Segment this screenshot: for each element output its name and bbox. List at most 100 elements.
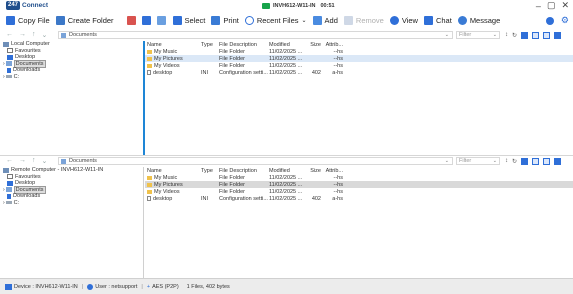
list-item[interactable]: My Pictures File Folder 11/02/2025 ... -… <box>145 55 573 62</box>
col-modified[interactable]: Modified <box>269 168 309 174</box>
file-size: 402 <box>311 195 321 202</box>
local-pane: ← → ↑ ⌄ Documents ⌄ Filter ⌄ ↕ ↻ Local C… <box>0 30 573 156</box>
remote-filter-placeholder: Filter <box>459 158 472 164</box>
file-attributes: --hs <box>333 188 343 195</box>
theme-toggle-icon[interactable] <box>545 16 554 25</box>
file-name: My Pictures <box>154 55 183 62</box>
col-size[interactable]: Size <box>309 168 323 174</box>
file-name: My Music <box>154 48 178 55</box>
remote-filter-input[interactable]: Filter ⌄ <box>456 157 500 165</box>
large-icons-view-icon[interactable] <box>521 157 529 165</box>
col-type[interactable]: Type <box>201 168 219 174</box>
tiles-view-icon[interactable] <box>554 157 562 165</box>
tiles-view-icon[interactable] <box>554 31 562 39</box>
local-filter-input[interactable]: Filter ⌄ <box>456 31 500 39</box>
file-name: desktop <box>153 195 173 202</box>
details-view-icon[interactable] <box>543 157 551 165</box>
tree-item-c-drive[interactable]: › C: <box>0 200 143 207</box>
local-filter-placeholder: Filter <box>459 32 472 38</box>
large-icons-view-icon[interactable] <box>521 31 529 39</box>
tree-item-c-drive[interactable]: › C: <box>0 74 143 81</box>
drive-icon <box>5 75 12 79</box>
restore-icon[interactable]: ▢ <box>547 0 556 11</box>
documents-icon <box>5 61 12 67</box>
list-header: Name Type File Description Modified Size… <box>145 41 573 48</box>
col-description[interactable]: File Description <box>219 168 269 174</box>
copy-file-button[interactable]: Copy File <box>3 11 53 30</box>
forward-icon[interactable]: → <box>19 31 26 39</box>
refresh-icon[interactable]: ↻ <box>512 32 517 39</box>
list-item[interactable]: My Videos File Folder 11/02/2025 ... --h… <box>145 62 573 69</box>
col-name[interactable]: Name <box>145 168 201 174</box>
minimize-icon[interactable]: – <box>536 1 541 11</box>
printer-icon <box>211 16 221 25</box>
col-name[interactable]: Name <box>145 42 201 48</box>
file-modified: 11/02/2025 ... <box>269 188 303 195</box>
gear-icon[interactable]: ⚙ <box>561 16 569 25</box>
chevron-down-icon: ⌄ <box>444 158 449 164</box>
refresh-icon[interactable]: ↻ <box>512 158 517 165</box>
back-icon[interactable]: ← <box>6 157 13 165</box>
status-device: Device : INVH612-W11-IN <box>5 283 78 290</box>
file-description: Configuration setti... <box>219 195 268 202</box>
local-address-bar: ← → ↑ ⌄ Documents ⌄ Filter ⌄ ↕ ↻ <box>0 30 573 40</box>
back-icon[interactable]: ← <box>6 31 13 39</box>
local-path-field[interactable]: Documents ⌄ <box>58 31 453 39</box>
file-attributes: --hs <box>333 62 343 69</box>
history-dropdown-icon[interactable]: ⌄ <box>42 31 48 39</box>
col-attributes[interactable]: Attrib... <box>323 168 343 174</box>
list-view-icon[interactable] <box>532 31 540 39</box>
list-item[interactable]: My Music File Folder 11/02/2025 ... --hs <box>145 174 573 181</box>
forward-icon[interactable]: → <box>19 157 26 165</box>
remove-button[interactable]: Remove <box>341 11 387 30</box>
remove-label: Remove <box>355 16 384 25</box>
message-button[interactable]: Message <box>455 11 503 30</box>
chevron-down-icon: ⌄ <box>492 32 497 38</box>
file-attributes: --hs <box>333 181 343 188</box>
chat-button[interactable]: Chat <box>421 11 455 30</box>
history-dropdown-icon[interactable]: ⌄ <box>42 157 48 165</box>
col-description[interactable]: File Description <box>219 42 269 48</box>
list-view-icon[interactable] <box>532 157 540 165</box>
list-item[interactable]: My Music File Folder 11/02/2025 ... --hs <box>145 48 573 55</box>
delete-icon[interactable] <box>126 16 136 25</box>
col-type[interactable]: Type <box>201 42 219 48</box>
close-icon[interactable]: ✕ <box>561 0 569 11</box>
remote-nav: ← → ↑ ⌄ <box>6 157 47 165</box>
up-icon[interactable]: ↑ <box>32 157 36 165</box>
print-button[interactable]: Print <box>208 11 241 30</box>
copy-file-label: Copy File <box>18 16 50 25</box>
status-separator: | <box>141 283 143 290</box>
up-icon[interactable]: ↑ <box>32 31 36 39</box>
col-attributes[interactable]: Attrib... <box>323 42 343 48</box>
list-item[interactable]: desktop INI Configuration setti... 11/02… <box>145 195 573 202</box>
user-icon <box>87 283 94 290</box>
list-item[interactable]: My Videos File Folder 11/02/2025 ... --h… <box>145 188 573 195</box>
properties-icon[interactable] <box>141 16 151 25</box>
remote-path-text: Documents <box>69 158 97 164</box>
list-item[interactable]: My Pictures File Folder 11/02/2025 ... -… <box>145 181 573 188</box>
history-icon <box>244 16 254 25</box>
folder-icon <box>147 175 152 180</box>
create-folder-button[interactable]: Create Folder <box>53 11 117 30</box>
file-attributes: --hs <box>333 174 343 181</box>
remote-path-field[interactable]: Documents ⌄ <box>58 157 453 165</box>
new-folder-icon <box>55 16 65 25</box>
sort-icon[interactable]: ↕ <box>505 32 508 38</box>
computer-icon <box>3 167 9 173</box>
col-modified[interactable]: Modified <box>269 42 309 48</box>
folder-icon <box>147 182 152 187</box>
sort-icon[interactable]: ↕ <box>505 158 508 164</box>
pane-splitter[interactable] <box>143 167 144 278</box>
rename-icon[interactable] <box>156 16 166 25</box>
col-size[interactable]: Size <box>309 42 323 48</box>
file-attributes: a-hs <box>332 195 343 202</box>
add-button[interactable]: Add <box>310 11 341 30</box>
recent-files-button[interactable]: Recent Files ⌄ <box>242 11 310 30</box>
computer-icon <box>3 41 9 47</box>
download-icon <box>7 193 11 199</box>
view-button[interactable]: View <box>387 11 421 30</box>
details-view-icon[interactable] <box>543 31 551 39</box>
list-item[interactable]: desktop INI Configuration setti... 11/02… <box>145 69 573 76</box>
select-button[interactable]: Select <box>170 11 209 30</box>
